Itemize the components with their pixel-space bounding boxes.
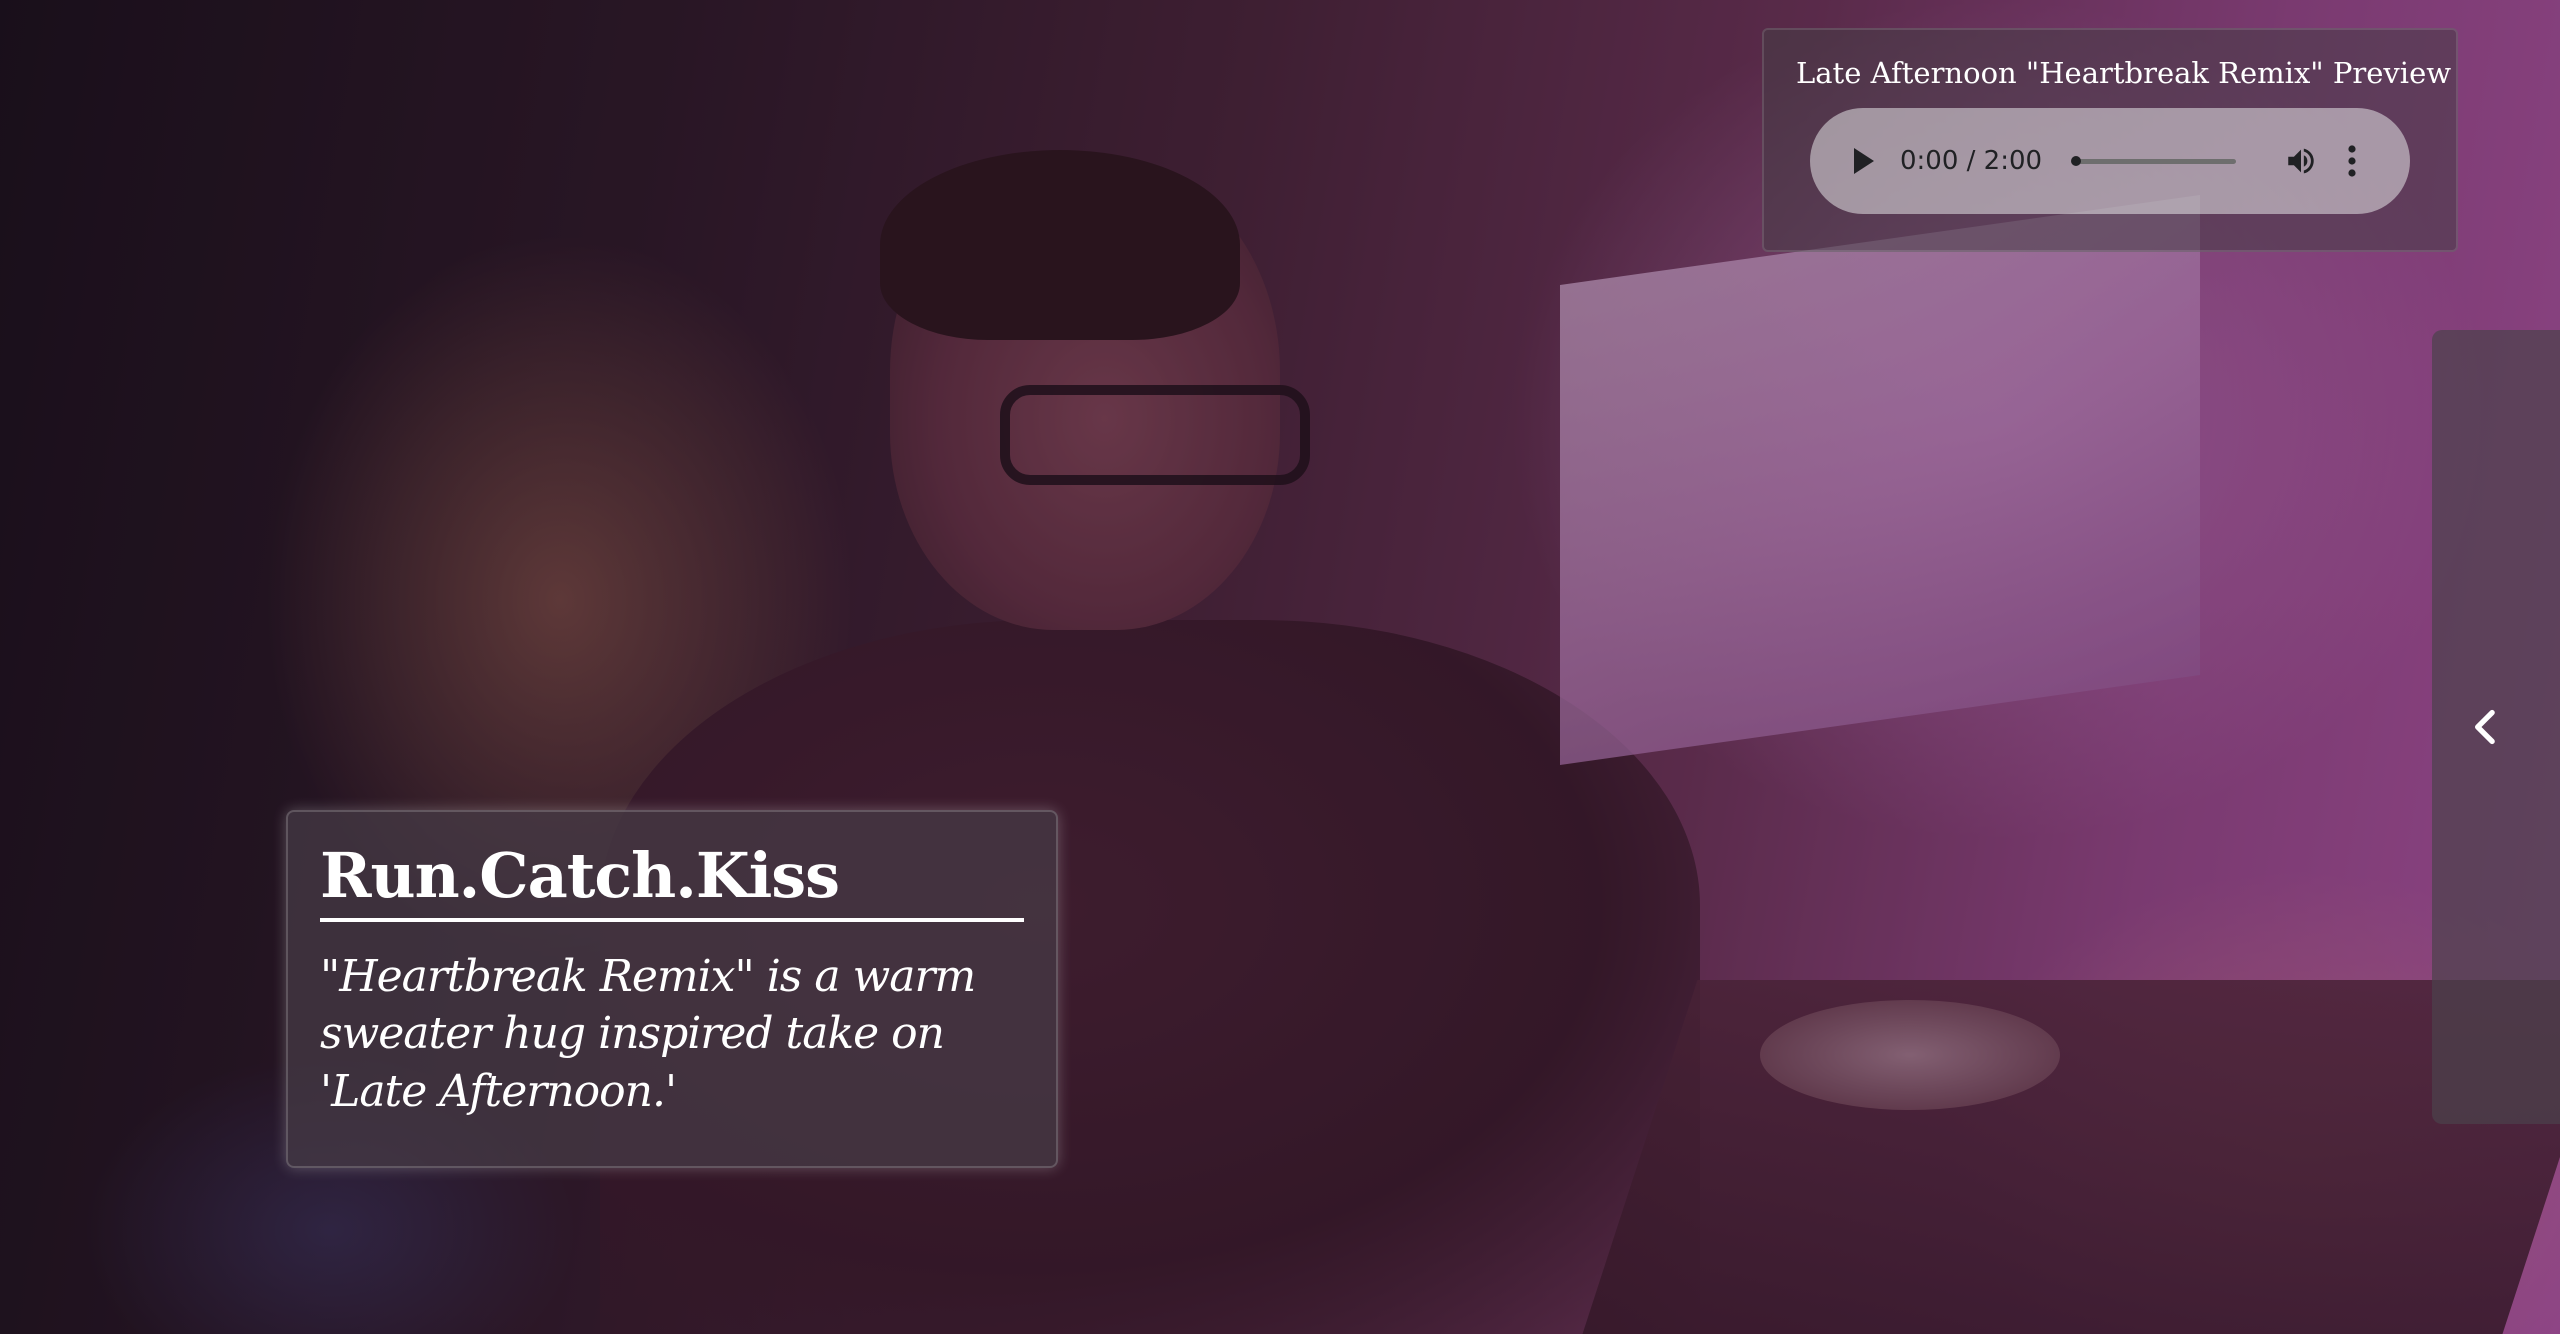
chevron-left-icon	[2475, 709, 2495, 745]
track-info-card: Run.Catch.Kiss "Heartbreak Remix" is a w…	[286, 810, 1058, 1168]
more-vert-icon[interactable]	[2348, 145, 2356, 177]
play-icon[interactable]	[1854, 148, 1874, 174]
progress-knob[interactable]	[2071, 155, 2082, 166]
audio-preview-title: Late Afternoon "Heartbreak Remix" Previe…	[1796, 56, 2452, 90]
artist-name: Run.Catch.Kiss	[320, 841, 1024, 923]
side-drawer-toggle[interactable]	[2432, 330, 2560, 1124]
audio-time: 0:00 / 2:00	[1900, 146, 2043, 176]
track-description: "Heartbreak Remix" is a warm sweater hug…	[320, 951, 976, 1117]
volume-icon[interactable]	[2284, 144, 2318, 178]
audio-progress-slider[interactable]	[2071, 155, 2237, 166]
audio-player[interactable]: 0:00 / 2:00	[1810, 108, 2410, 214]
